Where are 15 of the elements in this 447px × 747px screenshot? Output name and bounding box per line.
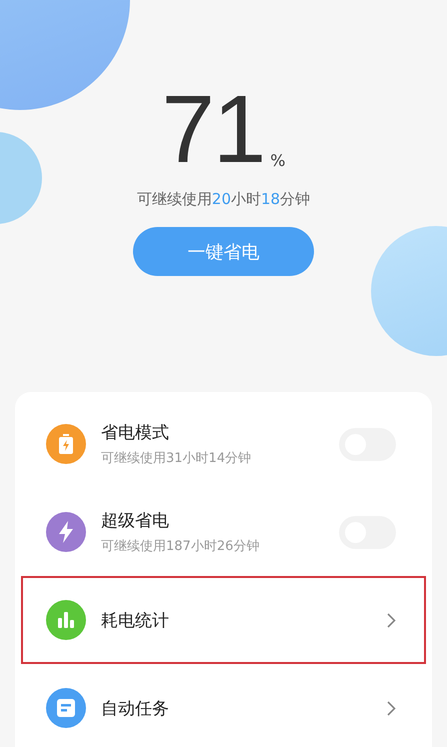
item-subtitle: 可继续使用187小时26分钟: [101, 538, 260, 555]
lightning-icon: [58, 521, 74, 543]
item-title[interactable]: 省电模式: [101, 421, 339, 444]
percent-sign: %: [270, 151, 286, 170]
item-subtitle: 可继续使用31小时14分钟: [101, 450, 252, 467]
bar-chart-icon: [57, 612, 75, 628]
battery-percentage: 71: [162, 82, 264, 178]
battery-icon: [58, 434, 74, 454]
chevron-right-icon[interactable]: [387, 700, 396, 716]
chevron-right-icon[interactable]: [387, 612, 396, 628]
item-title[interactable]: 超级省电: [101, 509, 339, 532]
note-icon: [57, 699, 75, 717]
remaining-time-text: 可继续使用20小时18分钟: [136, 190, 310, 209]
item-title[interactable]: 耗电统计: [101, 608, 387, 632]
item-title[interactable]: 自动任务: [101, 696, 387, 720]
